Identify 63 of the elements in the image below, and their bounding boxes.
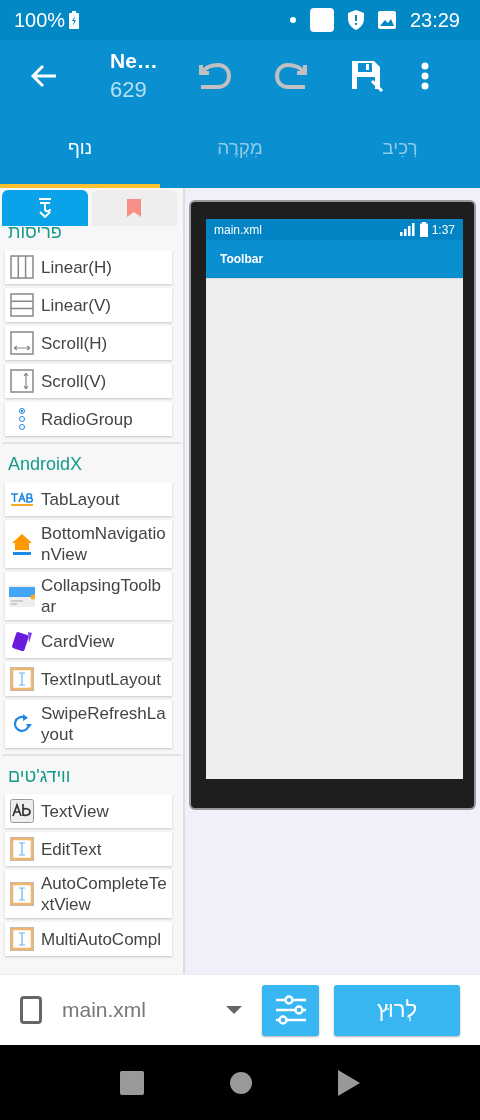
section-heading: AndroidX xyxy=(7,453,84,476)
bookmark-icon xyxy=(127,199,142,217)
toolbar-title: Toolbar xyxy=(220,252,264,266)
text-field-icon xyxy=(10,927,34,951)
palette-item[interactable]: AutoCompleteTextView xyxy=(5,870,172,918)
palette-item[interactable]: Linear(H) xyxy=(5,250,172,284)
rows-icon xyxy=(10,293,34,317)
vertical-scroll-icon xyxy=(10,369,34,393)
bookmarks-tab[interactable] xyxy=(91,190,177,226)
palette-item[interactable]: Scroll(H) xyxy=(5,326,172,360)
preview-file-name: main.xml xyxy=(214,222,262,237)
back-arrow-icon[interactable] xyxy=(30,64,58,88)
text-field-icon xyxy=(10,882,34,906)
palette-item[interactable]: Linear(V) xyxy=(5,288,172,322)
refresh-icon xyxy=(11,713,33,735)
save-icon[interactable] xyxy=(350,59,384,93)
sliders-icon xyxy=(273,995,308,1025)
project-title: Ne… xyxy=(110,49,159,73)
recents-icon[interactable] xyxy=(120,1070,144,1095)
settings-button[interactable] xyxy=(262,984,319,1036)
section-heading: ווידג'טים xyxy=(7,765,72,788)
file-dropdown[interactable]: main.xml xyxy=(62,998,242,1022)
text-widget-icon xyxy=(37,198,52,218)
battery-charging-icon xyxy=(69,11,80,29)
text-label-icon xyxy=(10,799,34,823)
back-triangle-icon[interactable] xyxy=(338,1069,360,1096)
text-field-icon xyxy=(10,667,34,691)
palette-item[interactable]: Scroll(V) xyxy=(5,364,172,398)
more-options-icon[interactable] xyxy=(421,62,429,90)
clock: 23:29 xyxy=(409,8,460,32)
tab-icon xyxy=(10,492,34,506)
section-heading: פריסות xyxy=(7,221,63,244)
battery-level: 100% xyxy=(14,8,66,32)
palette-item[interactable]: CollapsingToolbar xyxy=(5,572,172,620)
home-circle-icon[interactable] xyxy=(229,1070,253,1095)
preview-clock: 1:37 xyxy=(431,222,455,237)
palette-item[interactable]: SwipeRefreshLayout xyxy=(5,700,172,748)
image-icon xyxy=(377,11,396,29)
collapsing-toolbar-icon xyxy=(9,585,35,607)
palette-item[interactable]: RadioGroup xyxy=(5,402,172,436)
cards-icon xyxy=(10,629,34,653)
palette-item[interactable]: MultiAutoCompl xyxy=(5,922,172,956)
shield-icon xyxy=(347,10,364,30)
phone-icon xyxy=(20,996,42,1024)
palette-item[interactable]: BottomNavigationView xyxy=(5,520,172,568)
signal-icon xyxy=(399,223,416,236)
dot-icon xyxy=(289,17,296,23)
battery-icon xyxy=(419,222,428,237)
square-icon xyxy=(309,8,334,32)
text-field-icon xyxy=(10,837,34,861)
home-icon xyxy=(10,532,34,556)
palette-item[interactable]: TextInputLayout xyxy=(5,662,172,696)
horizontal-scroll-icon xyxy=(10,331,34,355)
columns-icon xyxy=(10,255,34,279)
widgets-tab[interactable] xyxy=(2,190,88,226)
project-subtitle: 629 xyxy=(110,77,148,103)
palette-item[interactable]: CardView xyxy=(5,624,172,658)
radio-buttons-icon xyxy=(19,408,25,430)
dropdown-caret-icon xyxy=(226,1006,242,1014)
palette-item[interactable]: EditText xyxy=(5,832,172,866)
toolbar-preview[interactable]: Toolbar xyxy=(206,240,463,279)
palette-item[interactable]: TabLayout xyxy=(5,482,172,516)
palette-item[interactable]: TextView xyxy=(5,794,172,828)
